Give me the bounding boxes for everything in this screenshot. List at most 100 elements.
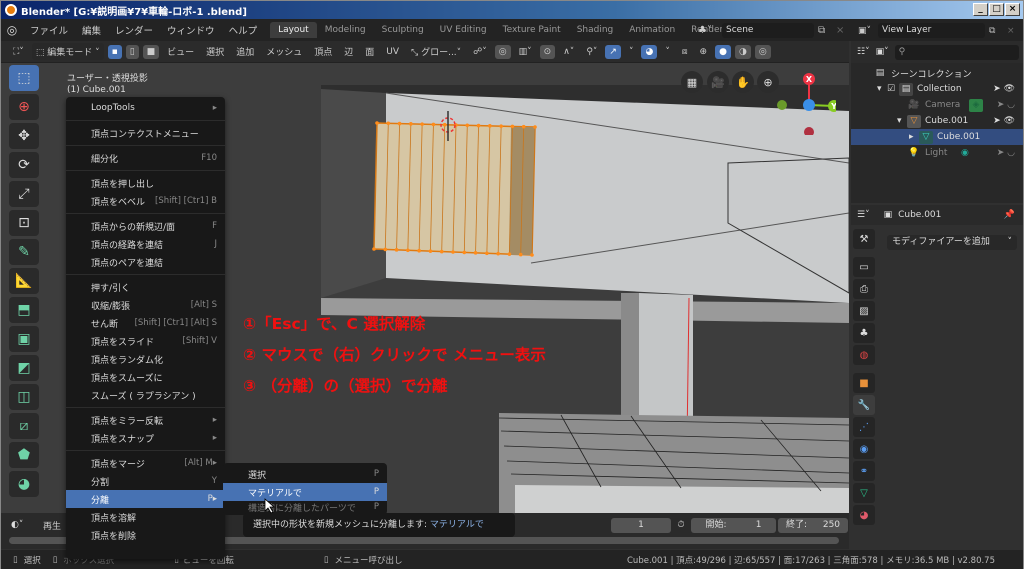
expand-icon[interactable]: ▾ [897, 116, 907, 126]
vertex-select-icon[interactable]: ▪ [107, 44, 122, 59]
submenu-item-by-material[interactable]: マテリアルで P [223, 483, 387, 501]
gizmo-toggle-icon[interactable]: ↗ [605, 44, 621, 59]
outliner-display-icon[interactable]: ☷˅ [857, 47, 870, 57]
tab-sculpting[interactable]: Sculpting [374, 22, 432, 38]
context-menu-item[interactable]: 分離 P▸ [66, 490, 225, 508]
loop-cut-tool-icon[interactable]: ◫ [9, 384, 39, 410]
tool-tab-icon[interactable]: ⚒ [853, 229, 875, 249]
mesh-data-tab-icon[interactable]: ▽ [853, 483, 875, 503]
minimize-button[interactable]: _ [973, 3, 988, 16]
context-menu-item[interactable]: 頂点のペアを連結 [66, 253, 225, 271]
world-tab-icon[interactable]: ◍ [853, 345, 875, 365]
context-menu-item[interactable]: 頂点をスムーズに [66, 368, 225, 386]
wireframe-shading-icon[interactable]: ⊕ [696, 45, 712, 59]
cursor-tool-icon[interactable]: ⊕ [9, 94, 39, 120]
scene-icon[interactable]: ♣˅ [698, 25, 722, 36]
checkbox-icon[interactable]: ☑ [887, 84, 899, 94]
expand-icon[interactable]: ▾ [877, 84, 887, 94]
context-menu-item[interactable]: 頂点をランダム化 [66, 350, 225, 368]
add-modifier-dropdown[interactable]: モディファイアーを追加 ˅ [887, 235, 1017, 250]
pin-icon[interactable]: 📌 [1004, 210, 1015, 220]
menu-face[interactable]: 面 [361, 43, 378, 60]
tab-uv-editing[interactable]: UV Editing [432, 22, 495, 38]
falloff-icon[interactable]: ∧˅ [559, 45, 578, 59]
constraints-tab-icon[interactable]: ⚭ [853, 461, 875, 481]
blender-menu-icon[interactable]: ◎ [1, 23, 23, 37]
tab-texture-paint[interactable]: Texture Paint [495, 22, 569, 38]
gizmo-dropdown-icon[interactable]: ˅ [625, 45, 638, 59]
context-menu-item[interactable]: 収縮/膨張 [Alt] S [66, 296, 225, 314]
bevel-tool-icon[interactable]: ◩ [9, 355, 39, 381]
submenu-item-by-loose-parts[interactable]: 構造的に分離したパーツで P [223, 501, 387, 513]
menu-select[interactable]: 選択 [202, 43, 228, 60]
close-button[interactable]: × [1005, 3, 1020, 16]
annotate-tool-icon[interactable]: ✎ [9, 239, 39, 265]
current-frame-field[interactable]: 1 [611, 517, 671, 533]
outliner-scene-collection[interactable]: ▤ シーンコレクション [851, 65, 1023, 81]
visibility-icon[interactable]: ➤ 👁 [993, 84, 1015, 94]
visibility-icon[interactable]: ➤ ◡ [997, 100, 1015, 110]
menu-file[interactable]: ファイル [23, 23, 75, 37]
menu-edit[interactable]: 編集 [75, 23, 108, 37]
context-menu-item[interactable]: 押す/引く [66, 278, 225, 296]
context-menu-item[interactable]: 頂点を溶解 [66, 508, 225, 526]
menu-render[interactable]: レンダー [108, 23, 160, 37]
xray-icon[interactable]: ⧈ [678, 45, 692, 59]
extrude-tool-icon[interactable]: ⬒ [9, 297, 39, 323]
pivot-icon[interactable]: ☍˅ [469, 45, 491, 59]
menu-mesh[interactable]: メッシュ [262, 43, 306, 60]
context-menu-item[interactable]: 細分化 F10 [66, 149, 225, 167]
start-frame-field[interactable]: 開始: 1 [691, 517, 776, 533]
grid-toggle-icon[interactable]: ▦ [681, 71, 703, 93]
modifier-tab-icon[interactable]: 🔧 [853, 395, 875, 415]
menu-add[interactable]: 追加 [232, 43, 258, 60]
outliner-filter-icon[interactable]: ▣˅ [876, 47, 889, 57]
scale-tool-icon[interactable]: ⤢ [9, 181, 39, 207]
context-menu-item[interactable]: 頂点を削除 [66, 526, 225, 544]
submenu-item-selection[interactable]: 選択 P [223, 465, 387, 483]
view-layer-name-field[interactable]: View Layer [878, 23, 985, 38]
proportional-edit-icon[interactable]: ⊙ [539, 44, 556, 59]
context-menu-item[interactable]: 頂点コンテクストメニュー [66, 124, 225, 142]
overlay-toggle-icon[interactable]: ◕ [641, 44, 658, 59]
visibility-icon[interactable]: ➤ 👁 [993, 116, 1015, 126]
object-tab-icon[interactable]: ■ [853, 373, 875, 393]
move-tool-icon[interactable]: ✥ [9, 123, 39, 149]
expand-icon[interactable]: ▸ [909, 132, 919, 142]
context-menu-item[interactable]: せん断 [Shift] [Ctr1] [Alt] S [66, 314, 225, 332]
pan-hand-icon[interactable]: ✋ [732, 71, 754, 93]
context-menu-item[interactable]: 頂点をマージ [Alt] M▸ [66, 454, 225, 472]
tab-animation[interactable]: Animation [621, 22, 683, 38]
material-tab-icon[interactable]: ◕ [853, 505, 875, 525]
solid-shading-icon[interactable]: ● [715, 44, 731, 59]
stopwatch-icon[interactable]: ⏱ [671, 520, 691, 530]
render-tab-icon[interactable]: ▭ [853, 257, 875, 277]
poly-build-tool-icon[interactable]: ⬟ [9, 442, 39, 468]
context-menu-item[interactable]: 頂点を押し出し [66, 174, 225, 192]
visibility-icon[interactable]: ⚲˅ [582, 45, 601, 59]
outliner-item-cube-mesh[interactable]: ▸ ▽ Cube.001 [851, 129, 1023, 145]
context-menu-item[interactable]: 頂点をミラー反転 ▸ [66, 411, 225, 429]
snap-icon[interactable]: ◎ [494, 44, 511, 59]
context-menu-item[interactable]: 頂点からの新規辺/面 F [66, 217, 225, 235]
tab-layout[interactable]: Layout [270, 22, 317, 38]
outliner-item-light[interactable]: 💡 Light ◉ ➤ ◡ [851, 145, 1023, 161]
camera-view-icon[interactable]: 🎥 [707, 71, 729, 93]
context-menu-item[interactable]: 頂点をスライド [Shift] V [66, 332, 225, 350]
menu-uv[interactable]: UV [382, 45, 403, 59]
outliner-item-cube[interactable]: ▾ ▽ Cube.001 ➤ 👁 [851, 113, 1023, 129]
transform-tool-icon[interactable]: ⊡ [9, 210, 39, 236]
physics-tab-icon[interactable]: ◉ [853, 439, 875, 459]
mode-dropdown[interactable]: ⬚ 編集モード ˅ [31, 43, 104, 60]
menu-vertex[interactable]: 頂点 [310, 43, 336, 60]
transform-orientation-dropdown[interactable]: ⤡ グロー...˅ [407, 43, 465, 60]
context-menu-item[interactable]: スムーズ ( ラプラシアン ) [66, 386, 225, 404]
maximize-button[interactable]: □ [989, 3, 1004, 16]
context-menu-item[interactable]: 頂点をスナップ ▸ [66, 429, 225, 447]
menu-window[interactable]: ウィンドウ [160, 23, 222, 37]
particles-tab-icon[interactable]: ⋰ [853, 417, 875, 437]
view-layer-icon[interactable]: ▣˅ [858, 26, 878, 36]
context-menu-item[interactable]: 分割 Y [66, 472, 225, 490]
tab-modeling[interactable]: Modeling [317, 22, 374, 38]
snap-target-icon[interactable]: ▥˅ [515, 45, 536, 59]
